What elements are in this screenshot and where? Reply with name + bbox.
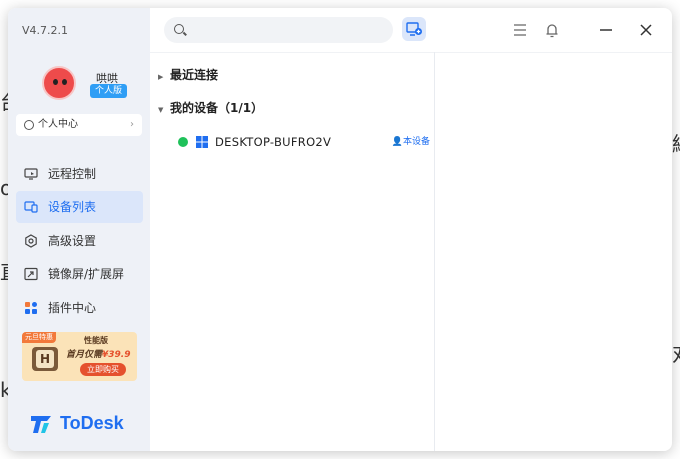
performance-h-icon: H [32, 347, 58, 371]
minimize-button[interactable] [596, 20, 616, 40]
todesk-window: V4.7.2.1 哄哄 个人版 个人中心 › 远程控制 设备列表 高级设置 镜像… [8, 8, 672, 451]
bell-icon [546, 24, 558, 38]
plan-badge: 个人版 [90, 84, 128, 98]
panel-divider [434, 52, 435, 451]
search-input[interactable] [190, 21, 380, 39]
nav-item-mirror-screen[interactable]: 镜像屏/扩展屏 [16, 258, 143, 290]
sidebar: V4.7.2.1 哄哄 个人版 个人中心 › 远程控制 设备列表 高级设置 镜像… [8, 8, 150, 451]
user-icon [24, 120, 34, 130]
menu-icon [514, 24, 526, 36]
recent-connections-header[interactable]: ▶ 最近连接 [158, 66, 218, 83]
online-status-icon [178, 137, 188, 147]
this-device-tag: 👤本设备 [391, 137, 430, 147]
brand-name: ToDesk [60, 413, 124, 433]
this-device-label: 本设备 [402, 137, 430, 147]
nav-label: 设备列表 [48, 200, 97, 214]
personal-center-label: 个人中心 [38, 119, 78, 130]
promo-price-prefix: 首月仅需 [66, 350, 103, 360]
expanded-arrow-icon: ▼ [158, 106, 164, 114]
my-devices-header[interactable]: ▼ 我的设备（1/1） [158, 99, 263, 116]
settings-icon [25, 234, 37, 248]
search-bar[interactable] [164, 17, 393, 43]
nav-label: 高级设置 [48, 234, 97, 248]
notification-button[interactable] [542, 20, 562, 40]
minimize-icon [600, 29, 612, 31]
nav-item-advanced-settings[interactable]: 高级设置 [16, 225, 143, 257]
devices-icon [24, 201, 38, 213]
nav-item-remote-control[interactable]: 远程控制 [16, 158, 143, 190]
nav-label: 远程控制 [48, 167, 97, 181]
promo-price: 首月仅需¥39.9 [66, 347, 130, 360]
recent-connections-label: 最近连接 [170, 68, 219, 82]
background-fragment: 終 [672, 128, 680, 157]
background-fragment: 对 [672, 338, 680, 367]
mirror-screen-icon [24, 267, 38, 281]
windows-logo-icon [196, 136, 208, 148]
close-button[interactable] [636, 20, 656, 40]
avatar[interactable] [42, 66, 76, 100]
toolbar-divider [150, 52, 672, 53]
device-name: DESKTOP-BUFRO2V [215, 135, 332, 149]
nav-label: 镜像屏/扩展屏 [48, 267, 125, 281]
chevron-right-icon: › [130, 119, 134, 130]
my-devices-label: 我的设备（1/1） [170, 101, 264, 115]
buy-now-button[interactable]: 立即购买 [80, 363, 126, 376]
personal-center-button[interactable]: 个人中心 › [16, 114, 142, 136]
promo-tag: 元旦特惠 [22, 332, 56, 343]
nav-label: 插件中心 [48, 301, 97, 315]
app-version: V4.7.2.1 [22, 24, 69, 37]
collapsed-arrow-icon: ▶ [158, 73, 164, 81]
promo-price-value: ¥39.9 [102, 350, 131, 360]
close-icon [640, 24, 652, 36]
add-device-button[interactable] [402, 17, 426, 41]
nav-item-device-list[interactable]: 设备列表 [16, 191, 143, 223]
nav-item-plugin-center[interactable]: 插件中心 [16, 292, 143, 324]
device-row[interactable]: DESKTOP-BUFRO2V 👤本设备 [176, 132, 430, 152]
todesk-logo-icon [31, 416, 51, 433]
menu-button[interactable] [510, 20, 530, 40]
add-device-icon [406, 22, 422, 36]
plugins-icon [25, 302, 37, 314]
monitor-icon [24, 168, 38, 180]
promo-banner[interactable]: 元旦特惠 H 性能版 首月仅需¥39.9 立即购买 [22, 332, 137, 381]
search-icon [174, 24, 184, 34]
promo-title: 性能版 [84, 336, 108, 345]
